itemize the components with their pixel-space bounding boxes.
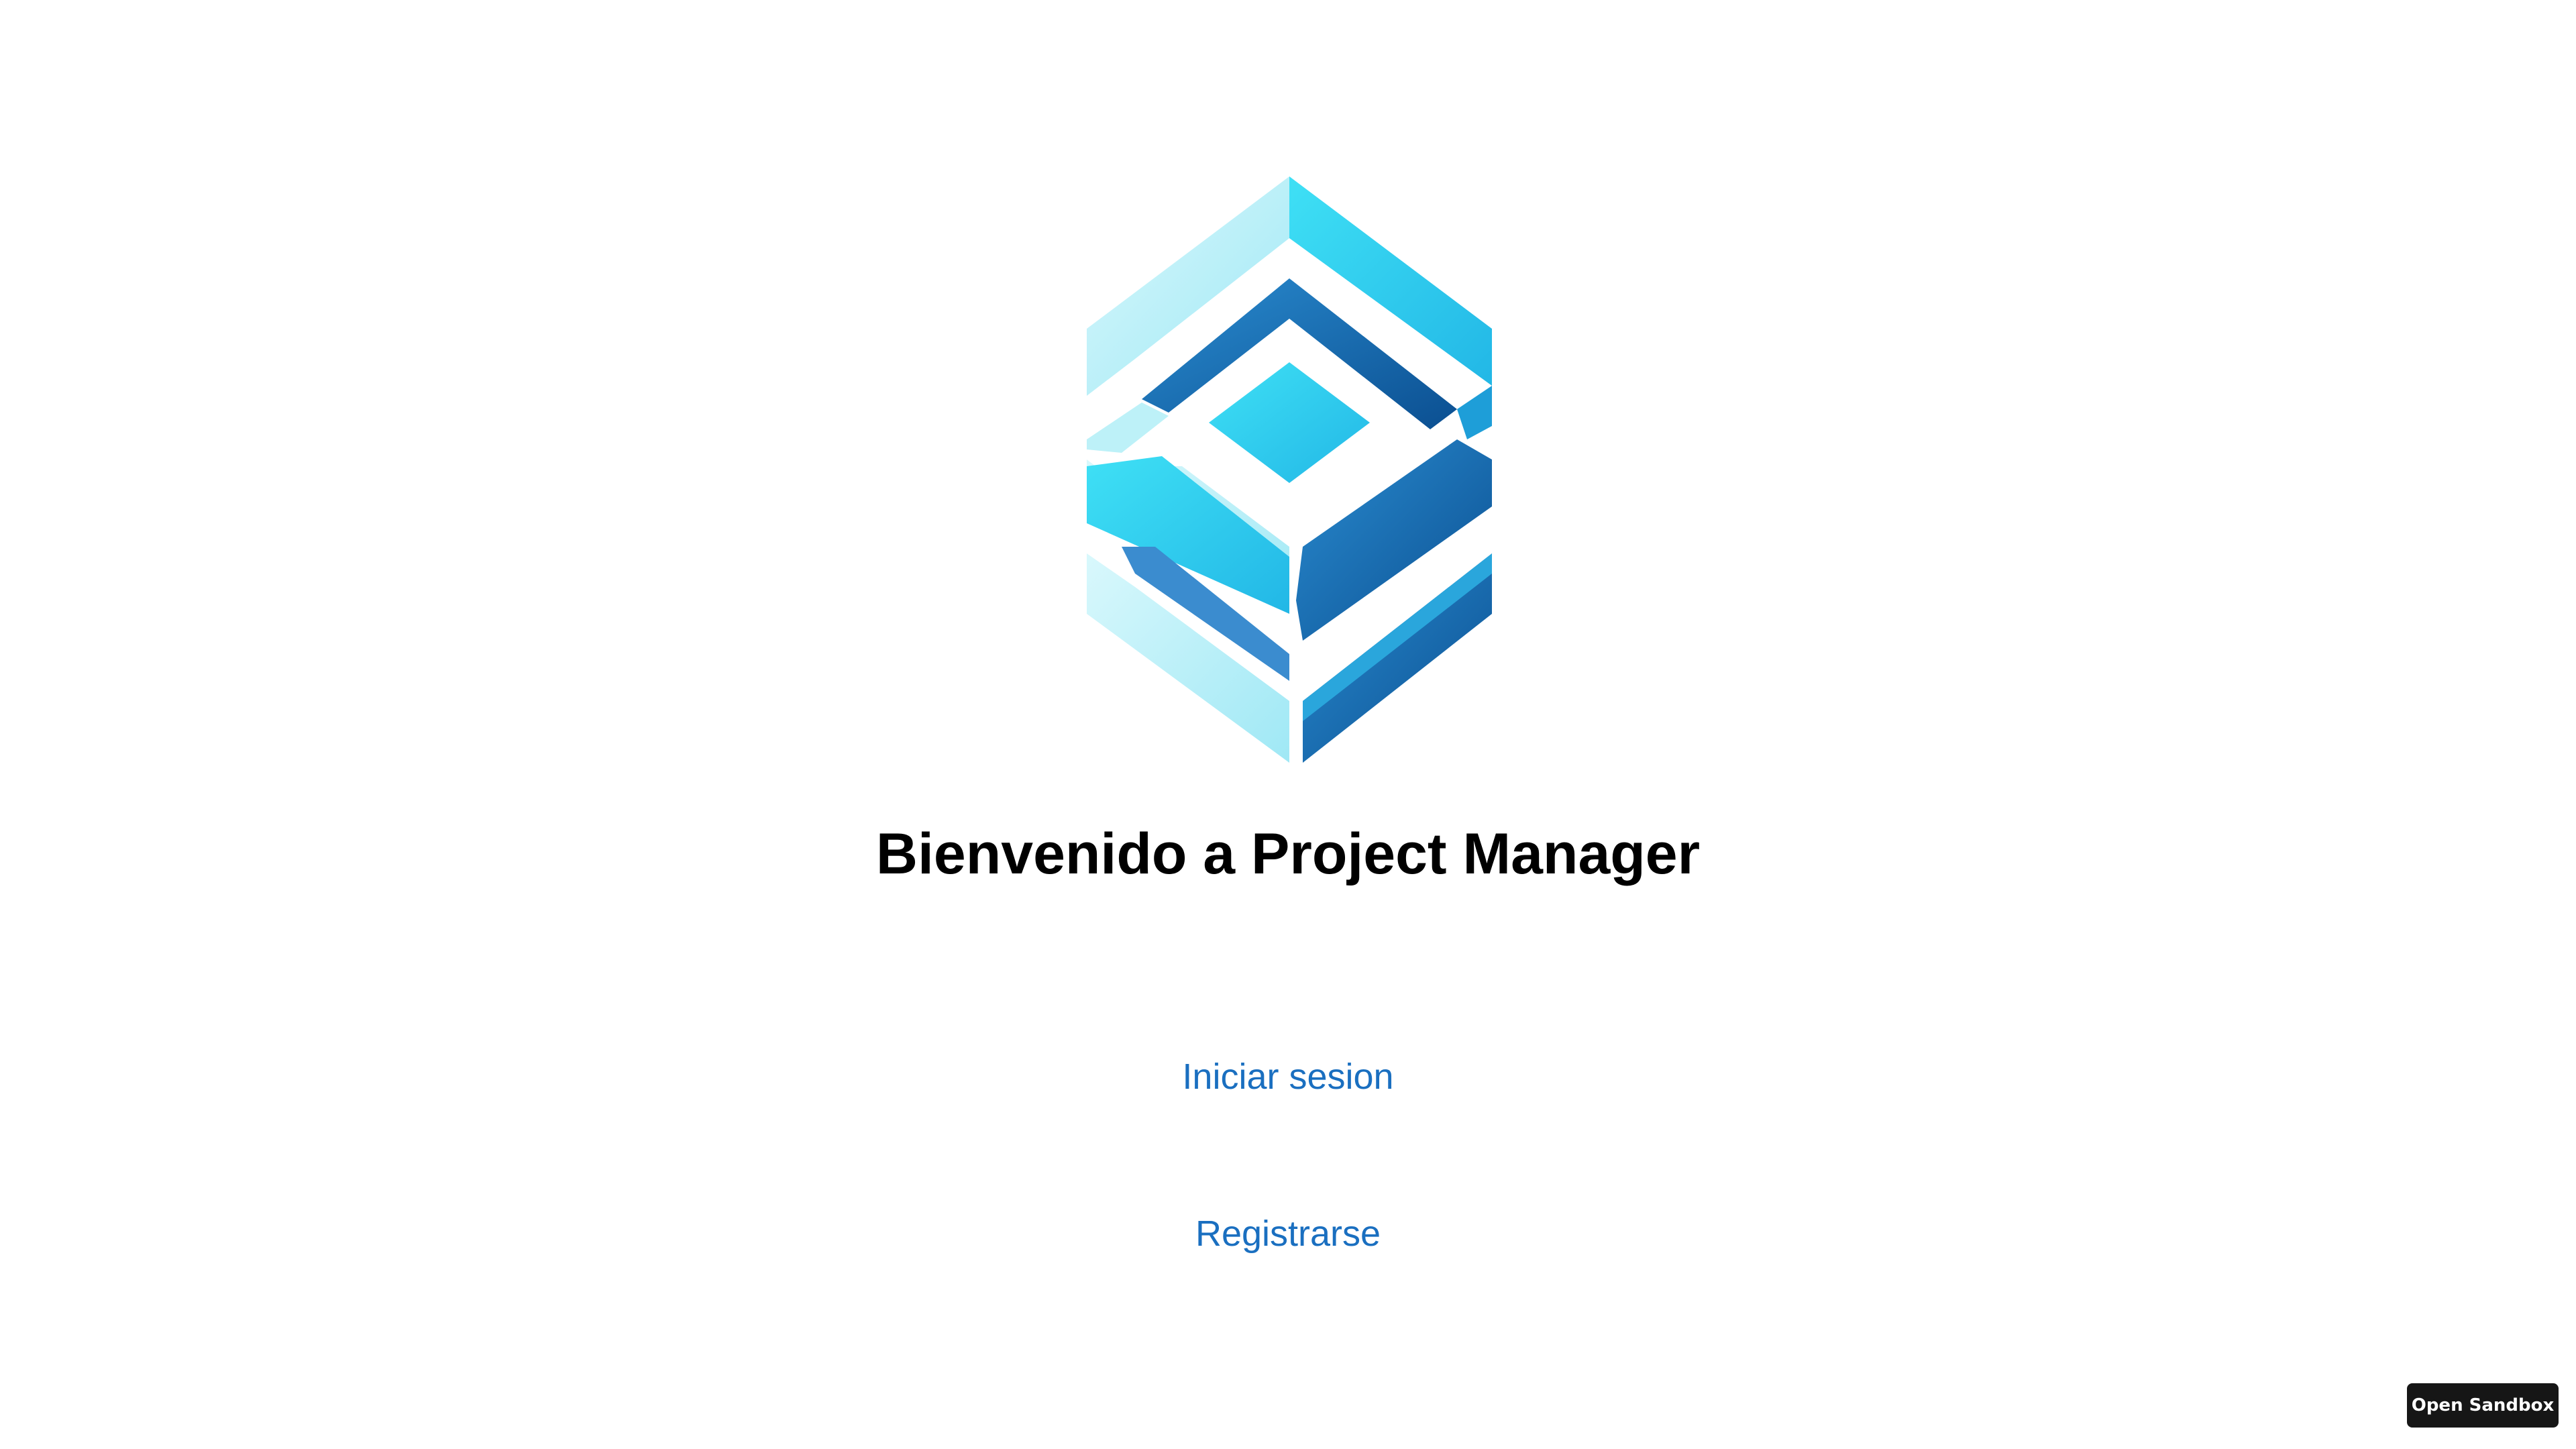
register-link[interactable]: Registrarse — [0, 1213, 2576, 1254]
welcome-page: Bienvenido a Project Manager Iniciar ses… — [0, 0, 2576, 1449]
open-sandbox-button[interactable]: Open Sandbox — [2407, 1383, 2559, 1428]
project-manager-logo-icon — [1081, 171, 1497, 768]
login-link[interactable]: Iniciar sesion — [0, 1056, 2576, 1097]
register-link-label[interactable]: Registrarse — [1195, 1214, 1381, 1254]
login-link-label[interactable]: Iniciar sesion — [1182, 1057, 1393, 1097]
page-title: Bienvenido a Project Manager — [875, 822, 1701, 886]
